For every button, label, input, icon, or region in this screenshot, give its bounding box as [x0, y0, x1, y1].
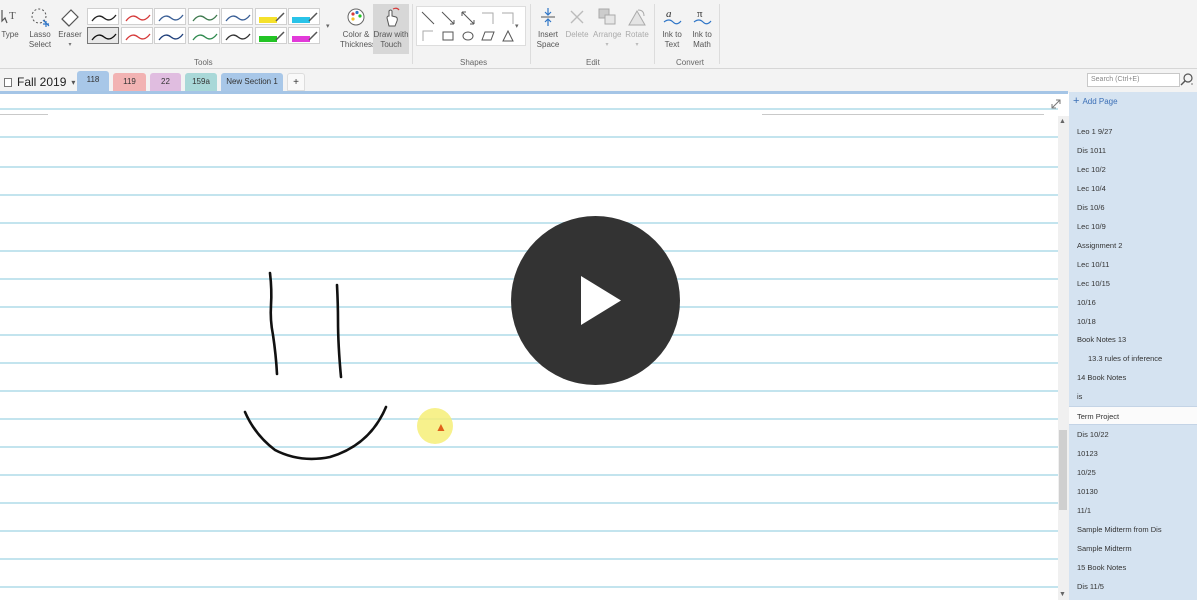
page-list-item[interactable]: Sample Midterm: [1069, 539, 1197, 558]
page-list-item[interactable]: Term Project: [1069, 406, 1197, 426]
plus-icon: +: [1073, 95, 1080, 107]
scroll-down-icon[interactable]: ▼: [1059, 591, 1066, 598]
page-list-item[interactable]: Lec 10/2: [1069, 160, 1197, 179]
scrollbar-thumb[interactable]: [1059, 430, 1067, 510]
page-list-item[interactable]: 10/25: [1069, 463, 1197, 482]
cursor-icon: ▲: [435, 420, 447, 434]
search-icon[interactable]: [1180, 72, 1194, 86]
page-list-item[interactable]: Assignment 2: [1069, 236, 1197, 255]
page-list-item[interactable]: Dis 10/22: [1069, 425, 1197, 444]
page-list-item[interactable]: Dis 1011: [1069, 141, 1197, 160]
video-play-button[interactable]: [511, 216, 680, 385]
page-list-item[interactable]: Lec 10/11: [1069, 255, 1197, 274]
page-list-item[interactable]: Dis 10/6: [1069, 198, 1197, 217]
page-list-item[interactable]: 13.3 rules of inference: [1069, 349, 1197, 368]
page-list-item[interactable]: 10/18: [1069, 312, 1197, 331]
page-list-item[interactable]: 15 Book Notes: [1069, 558, 1197, 577]
pen-cursor-highlight: ▲: [417, 408, 453, 444]
page-list-item[interactable]: is: [1069, 387, 1197, 406]
add-page-label: Add Page: [1082, 96, 1118, 106]
page-list-item[interactable]: Lec 10/4: [1069, 179, 1197, 198]
page-list-item[interactable]: Lec 10/9: [1069, 217, 1197, 236]
ink-stroke-right-eye[interactable]: [335, 283, 343, 379]
page-list-item[interactable]: Lec 10/15: [1069, 274, 1197, 293]
page-list-item[interactable]: Dis 11/5: [1069, 577, 1197, 596]
page-list-item[interactable]: Book Notes 13: [1069, 330, 1197, 349]
ink-stroke-left-eye[interactable]: [268, 271, 279, 376]
page-list-item[interactable]: Leo 1 9/27: [1069, 122, 1197, 141]
page-list-item[interactable]: 11/1: [1069, 501, 1197, 520]
page-scrollbar[interactable]: [1058, 116, 1069, 600]
page-list-item[interactable]: 10123: [1069, 444, 1197, 463]
page-list-item[interactable]: 10/16: [1069, 293, 1197, 312]
play-icon: [581, 276, 621, 325]
page-list-item[interactable]: 10130: [1069, 482, 1197, 501]
search-input[interactable]: Search (Ctrl+E): [1087, 73, 1180, 87]
page-list-item[interactable]: 14 Book Notes: [1069, 368, 1197, 387]
page-list-item[interactable]: Sample Midterm from Dis: [1069, 520, 1197, 539]
ink-stroke-mouth[interactable]: [243, 405, 388, 461]
add-page-button[interactable]: + Add Page: [1073, 95, 1118, 107]
scroll-up-icon[interactable]: ▲: [1059, 118, 1066, 125]
